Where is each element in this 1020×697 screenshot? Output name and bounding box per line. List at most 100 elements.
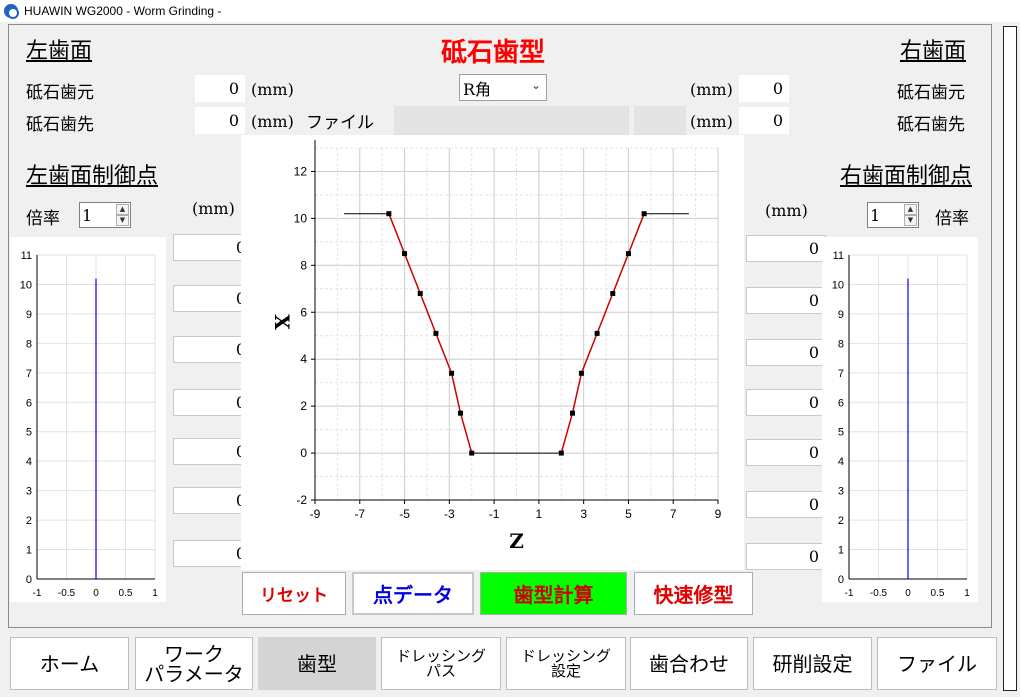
title-bar: HUAWIN WG2000 - Worm Grinding - <box>0 0 1020 22</box>
file-label: ファイル <box>306 113 374 133</box>
file-path-field[interactable] <box>394 106 629 135</box>
nav-dressing-settings-button[interactable]: ドレッシング 設定 <box>506 637 626 690</box>
x-tick-label: -9 <box>310 507 321 521</box>
file-browse-button[interactable] <box>634 106 686 135</box>
y-tick-label: 10 <box>294 211 308 225</box>
data-point <box>433 330 439 336</box>
right-flank-title: 右歯面 <box>900 39 967 64</box>
nav-home-button[interactable]: ホーム <box>10 637 129 690</box>
data-point <box>386 211 392 217</box>
app-logo-icon <box>4 4 19 19</box>
x-tick-label: 0 <box>905 588 911 599</box>
nav-meshing-button[interactable]: 歯合わせ <box>630 637 748 690</box>
right-control-points-title: 右歯面制御点 <box>840 164 973 189</box>
y-tick-label: 4 <box>300 352 307 366</box>
quick-modify-button[interactable]: 快速修型 <box>634 572 753 615</box>
spin-down-icon[interactable]: ▼ <box>904 215 917 226</box>
x-tick-label: 1 <box>964 588 970 599</box>
x-tick-label: 7 <box>670 507 677 521</box>
right-point-input-5[interactable]: 0 <box>746 439 826 466</box>
y-tick-label: 9 <box>26 309 32 321</box>
y-tick-label: 1 <box>838 545 844 557</box>
spin-down-icon[interactable]: ▼ <box>116 215 129 226</box>
corner-type-value: R角 <box>463 79 492 99</box>
right-tip-input[interactable]: 0 <box>739 107 789 134</box>
right-base-unit: (mm) <box>690 80 733 99</box>
y-tick-label: 5 <box>26 427 32 439</box>
y-tick-label: 0 <box>26 574 32 586</box>
right-points-unit: (mm) <box>765 201 808 220</box>
x-tick-label: 0.5 <box>931 588 945 599</box>
y-tick-label: 2 <box>838 515 844 527</box>
y-tick-label: 6 <box>26 397 32 409</box>
x-tick-label: -7 <box>354 507 365 521</box>
reset-button[interactable]: リセット <box>242 572 346 615</box>
y-tick-label: 10 <box>832 279 844 291</box>
data-point <box>558 450 564 456</box>
right-point-input-1[interactable]: 0 <box>746 235 826 262</box>
left-base-label: 砥石歯元 <box>26 83 94 103</box>
x-tick-label: -1 <box>489 507 500 521</box>
y-tick-label: 0 <box>300 446 307 460</box>
y-tick-label: 8 <box>838 338 844 350</box>
right-point-input-3[interactable]: 0 <box>746 339 826 366</box>
right-point-input-7[interactable]: 0 <box>746 543 826 570</box>
nav-grinding-settings-button[interactable]: 研削設定 <box>753 637 872 690</box>
nav-tooth-profile-button[interactable]: 歯型 <box>258 637 376 690</box>
x-tick-label: 5 <box>625 507 632 521</box>
x-tick-label: -1 <box>33 588 42 599</box>
left-flank-background <box>10 237 166 602</box>
left-ratio-value: 1 <box>82 205 93 225</box>
y-tick-label: 7 <box>838 368 844 380</box>
left-base-input[interactable]: 0 <box>195 75 245 102</box>
x-axis-label: Z <box>509 529 524 553</box>
y-tick-label: 6 <box>838 397 844 409</box>
x-tick-label: -1 <box>845 588 854 599</box>
scrollbar[interactable] <box>1003 26 1017 691</box>
y-tick-label: 10 <box>20 279 32 291</box>
y-tick-label: 8 <box>26 338 32 350</box>
spin-up-icon[interactable]: ▲ <box>116 204 129 215</box>
nav-file-button[interactable]: ファイル <box>877 637 997 690</box>
y-tick-label: 1 <box>26 545 32 557</box>
y-tick-label: -2 <box>296 493 307 507</box>
right-ratio-stepper[interactable]: 1 ▲ ▼ <box>867 202 919 228</box>
left-ratio-stepper[interactable]: 1 ▲ ▼ <box>79 202 131 228</box>
spin-up-icon[interactable]: ▲ <box>904 204 917 215</box>
right-base-input[interactable]: 0 <box>739 75 789 102</box>
y-tick-label: 9 <box>838 309 844 321</box>
left-tip-label: 砥石歯先 <box>26 115 94 135</box>
x-tick-label: -0.5 <box>870 588 888 599</box>
x-tick-label: 0.5 <box>119 588 133 599</box>
corner-type-select[interactable]: R角 ⌄ <box>459 74 547 101</box>
right-point-input-2[interactable]: 0 <box>746 287 826 314</box>
profile-calc-button[interactable]: 歯型計算 <box>480 572 627 615</box>
nav-work-params-button[interactable]: ワーク パラメータ <box>135 637 253 690</box>
point-data-button[interactable]: 点データ <box>352 572 474 615</box>
x-tick-label: 1 <box>152 588 158 599</box>
y-tick-label: 2 <box>300 399 307 413</box>
data-point <box>458 410 464 416</box>
data-point <box>625 251 631 257</box>
y-tick-label: 11 <box>21 250 32 262</box>
page-title: 砥石歯型 <box>441 38 546 68</box>
left-points-unit: (mm) <box>192 199 235 218</box>
left-base-unit: (mm) <box>251 80 294 99</box>
right-tip-unit: (mm) <box>690 112 733 131</box>
right-base-label: 砥石歯元 <box>897 83 965 103</box>
left-tip-unit: (mm) <box>251 112 294 131</box>
right-flank-chart: -1 -0.5 0 0.5 101234567891011 <box>822 237 978 602</box>
y-tick-label: 5 <box>838 427 844 439</box>
right-ratio-label: 倍率 <box>935 209 969 229</box>
y-tick-label: 4 <box>838 456 844 468</box>
x-tick-label: -5 <box>399 507 410 521</box>
window-title: HUAWIN WG2000 - Worm Grinding - <box>24 4 222 18</box>
right-point-input-4[interactable]: 0 <box>746 389 826 416</box>
right-point-input-6[interactable]: 0 <box>746 491 826 518</box>
data-point <box>569 410 575 416</box>
y-tick-label: 11 <box>833 250 844 262</box>
left-tip-input[interactable]: 0 <box>195 107 245 134</box>
data-point <box>402 251 408 257</box>
y-tick-label: 4 <box>26 456 32 468</box>
nav-dressing-path-button[interactable]: ドレッシング パス <box>381 637 501 690</box>
